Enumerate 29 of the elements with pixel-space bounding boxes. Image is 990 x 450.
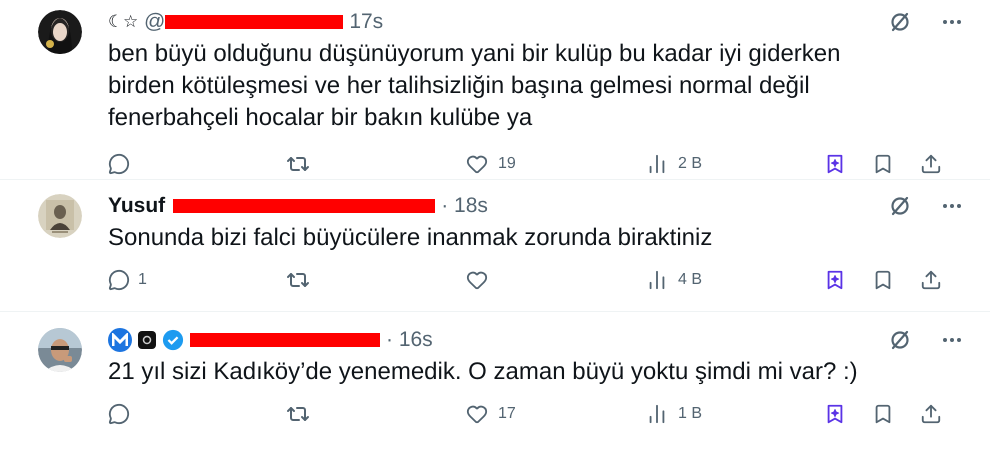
like-count: 17 bbox=[498, 404, 516, 424]
post-text: birden kötüleşmesi ve her talihsizliğin başına gelmesi normal değil bbox=[108, 71, 811, 101]
verified-icon bbox=[162, 329, 184, 351]
post-text: fenerbahçeli hocalar bir bakın kulübe ya bbox=[108, 103, 534, 133]
handle: @ bbox=[144, 9, 166, 36]
like-icon[interactable] bbox=[466, 269, 488, 291]
timestamp: · 16s bbox=[386, 327, 433, 354]
m-logo-icon bbox=[108, 328, 132, 352]
affiliate-badge-icon bbox=[138, 331, 156, 349]
reply-count: 1 bbox=[138, 270, 147, 290]
share-icon[interactable] bbox=[920, 153, 942, 175]
view-count: 1 B bbox=[678, 404, 702, 424]
reply-icon[interactable] bbox=[108, 153, 130, 175]
like-icon[interactable] bbox=[466, 403, 488, 425]
display-name: ☾☆ bbox=[108, 11, 138, 34]
timestamp: · 18s bbox=[441, 193, 488, 220]
view-count: 2 B bbox=[678, 154, 702, 174]
post-text: Sonunda bizi falci büyücülere inanmak zorunda biraktiniz bbox=[108, 223, 714, 253]
like-icon[interactable] bbox=[466, 153, 488, 175]
reply-icon[interactable] bbox=[108, 403, 130, 425]
reply-icon[interactable] bbox=[108, 269, 130, 291]
post-text: 21 yıl sizi Kadıköy’de yenemedik. O zaman büyü yoktu şimdi mi var? :) bbox=[108, 357, 859, 387]
share-icon[interactable] bbox=[920, 269, 942, 291]
view-count: 4 B bbox=[678, 270, 702, 290]
like-count: 19 bbox=[498, 154, 516, 174]
timestamp: 17s bbox=[349, 9, 384, 36]
share-icon[interactable] bbox=[920, 403, 942, 425]
post-text: ben büyü olduğunu düşünüyorum yani bir kulüp bu kadar iyi giderken bbox=[108, 39, 842, 69]
display-name: Yusuf bbox=[108, 193, 166, 220]
